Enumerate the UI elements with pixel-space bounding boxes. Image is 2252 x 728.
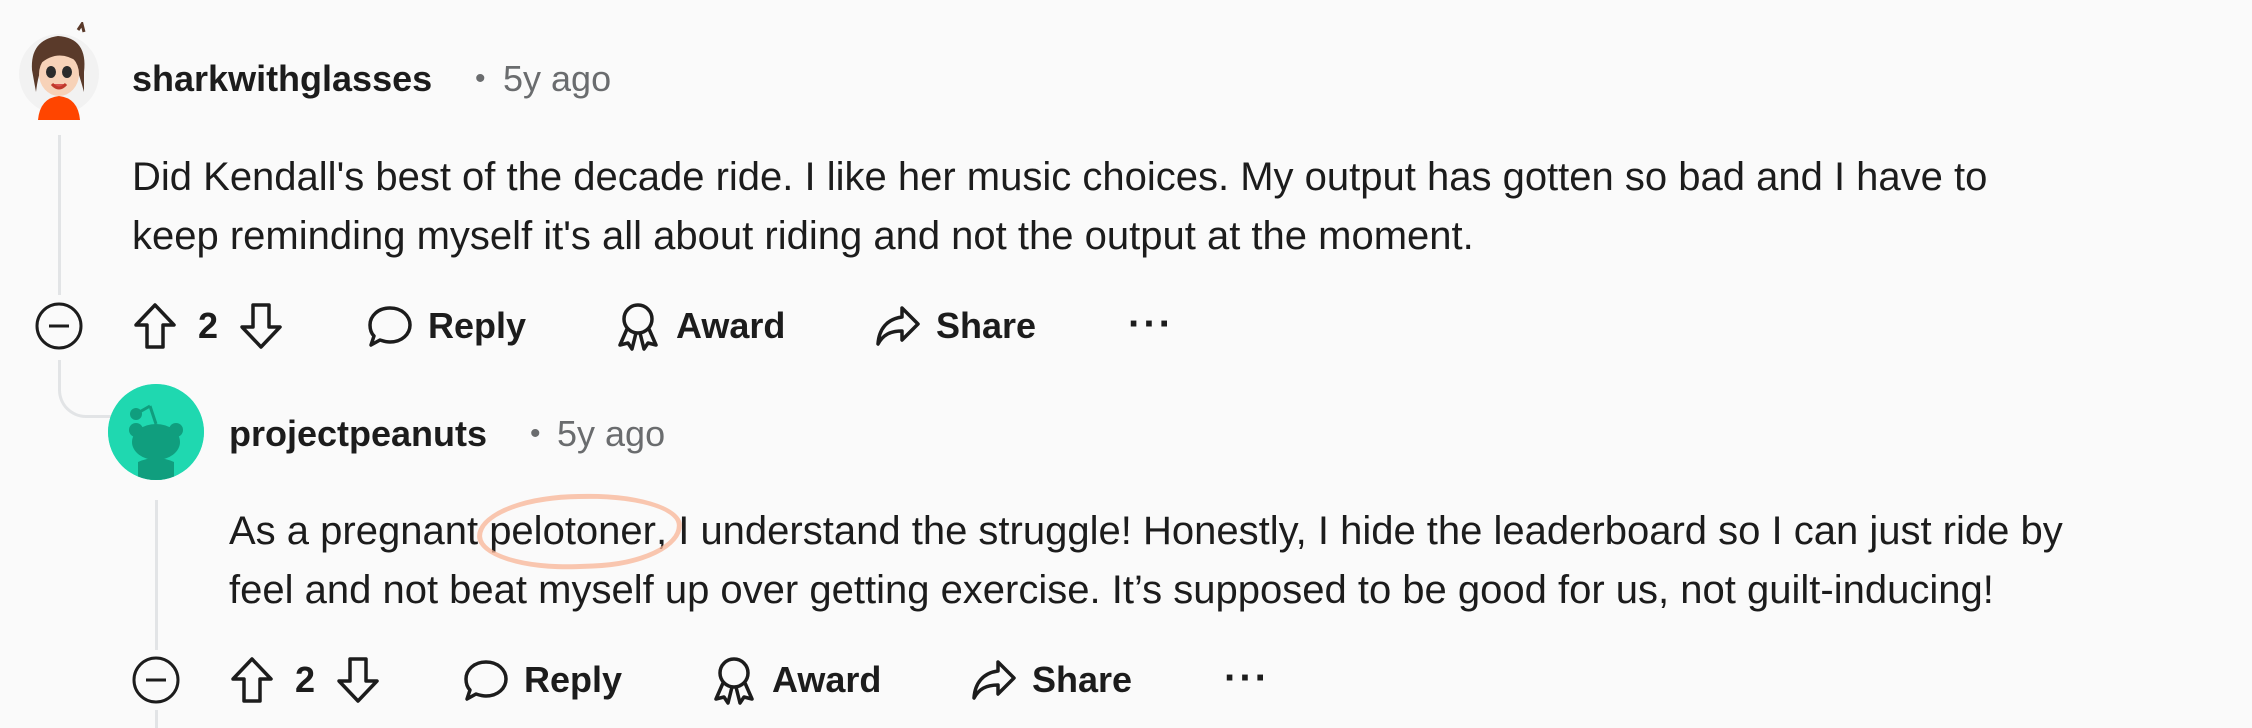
award-icon [614,301,662,351]
avatar[interactable] [108,384,204,480]
comment-timestamp[interactable]: 5y ago [503,58,611,100]
share-button[interactable]: Share [970,650,1132,710]
upvote-icon[interactable] [229,655,275,705]
collapse-icon [34,301,84,351]
comment-author[interactable]: sharkwithglasses [132,58,432,100]
vote-count: 2 [198,305,219,346]
share-label: Share [1032,659,1133,700]
vote-bar: 2 [229,650,381,710]
collapse-button[interactable] [131,650,181,710]
collapse-icon [131,655,181,705]
more-options-button[interactable]: ··· [1128,302,1174,347]
highlighted-text: pelotoner [489,509,656,553]
collapse-button[interactable] [34,296,84,356]
comment-body-line: As a pregnant pelotoner, I understand th… [229,490,2063,573]
comment-thread: sharkwithglasses • 5y ago Did Kendall's … [0,0,2252,728]
meta-separator: • [530,417,541,450]
comment-body-line: feel and not beat myself up over getting… [229,568,1994,612]
downvote-icon[interactable] [238,301,284,351]
award-icon [710,655,758,705]
more-options-button[interactable]: ··· [1224,656,1270,701]
share-button[interactable]: Share [874,296,1036,356]
thread-line-1[interactable] [58,135,61,295]
upvote-icon[interactable] [132,301,178,351]
comment-author[interactable]: projectpeanuts [229,413,487,455]
award-button[interactable]: Award [710,650,881,710]
reply-icon [366,302,414,350]
award-label: Award [772,659,882,700]
downvote-icon[interactable] [335,655,381,705]
body-text-pre: As a pregnant [229,509,490,553]
meta-separator: • [475,62,486,95]
share-icon [874,302,922,350]
highlighted-word: pelotoner [475,490,684,573]
comment-body-line: keep reminding myself it's all about rid… [132,214,1474,258]
vote-count: 2 [295,659,316,700]
reply-label: Reply [524,659,623,700]
comment-timestamp[interactable]: 5y ago [557,413,665,455]
comment-body: Did Kendall's best of the decade ride. I… [132,148,1987,266]
award-button[interactable]: Award [614,296,785,356]
reply-button[interactable]: Reply [462,650,622,710]
share-icon [970,656,1018,704]
reply-button[interactable]: Reply [366,296,526,356]
vote-bar: 2 [132,296,284,356]
thread-connector [58,360,116,418]
avatar[interactable] [18,22,100,120]
thread-line-2b [155,710,158,728]
body-text-post: , I understand the struggle! Honestly, I… [655,509,2063,553]
share-label: Share [936,305,1037,346]
comment-body-line: Did Kendall's best of the decade ride. I… [132,155,1988,199]
reply-icon [462,656,510,704]
award-label: Award [676,305,786,346]
reply-label: Reply [428,305,527,346]
thread-line-2[interactable] [155,500,158,650]
comment-body: As a pregnant pelotoner, I understand th… [229,490,2063,620]
